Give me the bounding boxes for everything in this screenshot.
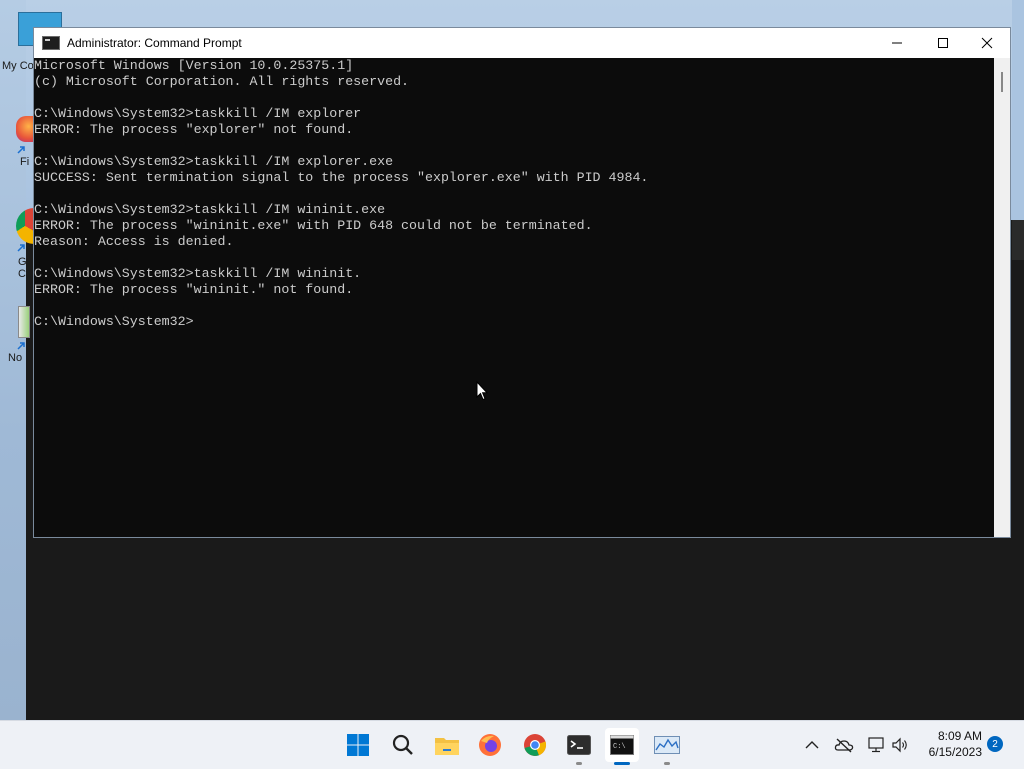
start-icon (347, 734, 369, 756)
file-explorer-button[interactable] (430, 728, 464, 762)
console-line: ERROR: The process "wininit.exe" with PI… (34, 218, 593, 233)
active-indicator (614, 762, 630, 765)
clock-date: 6/15/2023 (928, 745, 982, 759)
terminal-icon (567, 735, 591, 755)
vertical-scrollbar[interactable] (994, 58, 1010, 537)
search-button[interactable] (386, 728, 420, 762)
shortcut-arrow-icon (16, 338, 26, 350)
desktop-icon-label: Fi (20, 156, 30, 168)
desktop-icon-label: My Co (2, 60, 34, 72)
console-line: (c) Microsoft Corporation. All rights re… (34, 74, 410, 89)
notepad-desktop-icon[interactable] (18, 306, 30, 338)
desktop-icon-label: G C (18, 256, 27, 280)
console-line: C:\Windows\System32>taskkill /IM explore… (34, 154, 394, 169)
scrollbar-thumb[interactable] (1001, 72, 1003, 92)
console-line: C:\Windows\System32> (34, 314, 194, 329)
clock-time: 8:09 AM (937, 729, 982, 743)
command-prompt-icon (42, 36, 60, 50)
notification-badge[interactable]: 2 (987, 736, 1003, 752)
taskbar: C:\ (0, 720, 1024, 769)
volume-icon (892, 737, 907, 753)
onedrive-offline-icon (834, 738, 854, 753)
terminal-button[interactable] (562, 728, 596, 765)
maximize-icon (938, 38, 948, 48)
command-prompt-button[interactable]: C:\ (605, 728, 639, 765)
firefox-button[interactable] (473, 728, 507, 762)
minimize-button[interactable] (874, 28, 920, 58)
console-output[interactable]: Microsoft Windows [Version 10.0.25375.1]… (34, 58, 994, 537)
desktop-icon-label: No (8, 352, 23, 364)
console-line: Reason: Access is denied. (34, 234, 234, 249)
title-bar[interactable]: Administrator: Command Prompt (34, 28, 1010, 58)
mouse-cursor-icon (476, 380, 489, 406)
show-hidden-icons-button[interactable] (802, 735, 822, 755)
console-line: SUCCESS: Sent termination signal to the … (34, 170, 649, 185)
shortcut-arrow-icon (16, 240, 26, 252)
running-indicator (664, 762, 670, 765)
window-title: Administrator: Command Prompt (67, 36, 242, 50)
firefox-desktop-icon[interactable] (16, 116, 34, 142)
svg-text:C:\: C:\ (613, 743, 626, 751)
search-icon (392, 734, 413, 755)
minimize-icon (892, 42, 902, 44)
close-button[interactable] (964, 28, 1010, 58)
desktop-wallpaper-right (1012, 0, 1024, 220)
onedrive-button[interactable] (834, 735, 854, 755)
console-line: C:\Windows\System32>taskkill /IM wininit… (34, 202, 386, 217)
chrome-button[interactable] (518, 728, 552, 762)
console-text: Microsoft Windows [Version 10.0.25375.1]… (34, 58, 648, 330)
console-line: C:\Windows\System32>taskkill /IM explore… (34, 106, 362, 121)
console-line: C:\Windows\System32>taskkill /IM wininit… (34, 266, 362, 281)
performance-monitor-button[interactable] (650, 728, 684, 765)
close-icon (981, 37, 993, 49)
console-line: ERROR: The process "explorer" not found. (34, 122, 354, 137)
firefox-icon (479, 734, 501, 756)
network-button[interactable] (866, 735, 886, 755)
performance-monitor-icon (654, 736, 680, 754)
console-line: ERROR: The process "wininit." not found. (34, 282, 354, 297)
command-prompt-window: Administrator: Command Prompt Microsoft … (33, 27, 1011, 538)
background-window-edge (1012, 220, 1024, 260)
chrome-icon (524, 734, 547, 756)
start-button[interactable] (341, 728, 375, 762)
network-icon (868, 737, 884, 753)
maximize-button[interactable] (920, 28, 966, 58)
taskbar-clock[interactable]: 8:09 AM 6/15/2023 (916, 728, 982, 760)
console-line: Microsoft Windows [Version 10.0.25375.1] (34, 58, 354, 73)
command-prompt-icon: C:\ (610, 735, 634, 755)
running-indicator (576, 762, 582, 765)
chevron-up-icon (805, 741, 819, 749)
file-explorer-icon (435, 738, 459, 755)
shortcut-arrow-icon (16, 142, 26, 154)
volume-button[interactable] (890, 735, 910, 755)
